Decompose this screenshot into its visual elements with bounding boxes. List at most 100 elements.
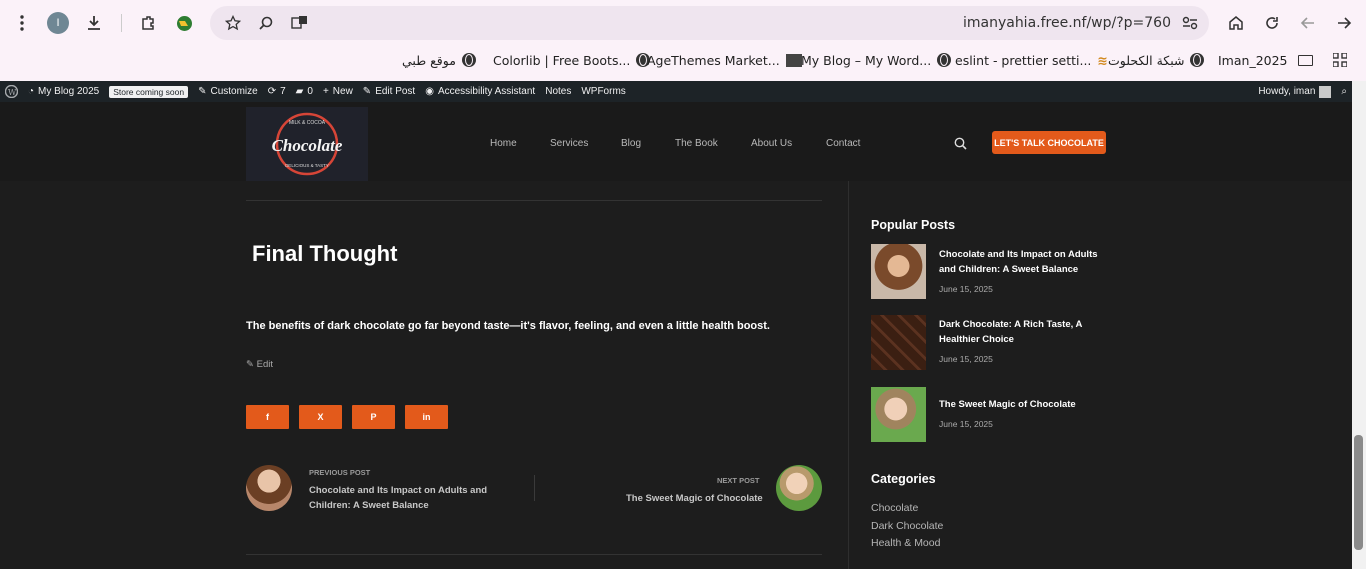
download-icon[interactable] [84, 12, 104, 34]
content-divider-top [246, 200, 822, 201]
nav-the-book[interactable]: The Book [675, 138, 718, 149]
edit-link[interactable]: ✎ Edit [246, 359, 273, 370]
next-post-title[interactable]: The Sweet Magic of Chocolate [626, 491, 763, 506]
bookmark-label: Colorlib | Free Boots... [493, 52, 631, 68]
bookmark-item[interactable]: AgeThemes Market... [647, 52, 802, 68]
prev-post-title[interactable]: Chocolate and Its Impact on Adults and C… [309, 483, 487, 513]
browser-chrome: I imanyahia.free.nf/wp/?p=760 موقع طبي C… [0, 0, 1366, 81]
site-settings-icon[interactable] [1179, 12, 1201, 34]
linkedin-icon: in [422, 412, 431, 422]
admin-updates[interactable]: ⟳ 7 [263, 86, 291, 97]
zoom-icon[interactable] [255, 12, 277, 34]
globe-icon [937, 53, 952, 67]
translate-icon[interactable] [288, 12, 310, 34]
bookmark-label: AgeThemes Market... [647, 52, 780, 68]
user-avatar [1319, 85, 1332, 98]
plus-icon: + [322, 86, 329, 97]
bookmark-item[interactable]: شبكة الكحلوت [1108, 52, 1205, 68]
bookmark-star-icon[interactable] [222, 12, 244, 34]
greeting-label: Howdy, iman [1258, 86, 1316, 97]
popular-post-title[interactable]: Dark Chocolate: A Rich Taste, A Healthier… [939, 317, 1119, 347]
popular-posts-heading: Popular Posts [871, 218, 956, 232]
bookmark-item[interactable]: موقع طبي [402, 52, 476, 68]
share-facebook-button[interactable]: f [246, 405, 289, 429]
cta-button[interactable]: LET'S TALK CHOCOLATE [992, 131, 1106, 154]
profile-avatar[interactable]: I [47, 12, 69, 34]
extension-globe-icon[interactable] [174, 12, 194, 34]
scrollbar-thumb[interactable] [1354, 435, 1363, 550]
next-post-thumbnail[interactable] [776, 465, 822, 511]
customize-label: Customize [210, 86, 258, 97]
share-linkedin-button[interactable]: in [405, 405, 448, 429]
nav-blog[interactable]: Blog [621, 138, 641, 149]
nav-services[interactable]: Services [550, 138, 588, 149]
search-icon[interactable] [952, 135, 968, 151]
share-pinterest-button[interactable]: P [352, 405, 395, 429]
accessibility-label: Accessibility Assistant [437, 86, 536, 97]
popular-post-title[interactable]: Chocolate and Its Impact on Adults and Ch… [939, 247, 1119, 277]
wpforms-label: WPForms [581, 86, 626, 97]
address-bar[interactable]: imanyahia.free.nf/wp/?p=760 [210, 6, 1209, 40]
prev-post-title-line: Children: A Sweet Balance [309, 500, 429, 511]
home-icon[interactable] [1226, 12, 1246, 34]
admin-wpforms[interactable]: WPForms [576, 86, 630, 97]
stackoverflow-icon: ≋ [1097, 52, 1108, 68]
admin-edit-post[interactable]: ✎ Edit Post [358, 86, 420, 97]
sidebar-divider [848, 181, 849, 569]
bookmark-item[interactable]: Colorlib | Free Boots... [493, 52, 651, 68]
bookmark-item[interactable]: eslint - prettier setti... ≋ [955, 52, 1108, 68]
popular-post-thumbnail[interactable] [871, 315, 926, 370]
post-nav-divider [534, 475, 535, 501]
popular-post-title-line: Chocolate and Its Impact on Adults [939, 249, 1098, 260]
category-link[interactable]: Dark Chocolate [871, 520, 943, 532]
prev-post-label: PREVIOUS POST [309, 468, 371, 477]
admin-account[interactable]: Howdy, iman [1253, 85, 1336, 98]
popular-post-title[interactable]: The Sweet Magic of Chocolate [939, 397, 1119, 412]
category-link[interactable]: Health & Mood [871, 537, 940, 549]
nav-home[interactable]: Home [490, 138, 517, 149]
apps-grid-icon[interactable] [1330, 50, 1350, 70]
reload-icon[interactable] [1262, 12, 1282, 34]
nav-contact[interactable]: Contact [826, 138, 860, 149]
store-badge[interactable]: Store coming soon [104, 85, 193, 98]
back-arrow-icon[interactable] [1298, 12, 1318, 34]
x-icon: X [317, 412, 324, 422]
forward-arrow-icon[interactable] [1334, 12, 1354, 34]
wp-admin-bar: W ◔ My Blog 2025 Store coming soon ✎ Custo… [0, 81, 1352, 102]
popular-post-date: June 15, 2025 [939, 419, 993, 429]
brush-icon: ✎ [198, 86, 207, 97]
bookmark-folder[interactable]: Iman_2025 [1218, 52, 1313, 68]
category-link[interactable]: Chocolate [871, 502, 918, 514]
site-header: MILK & COCOA Chocolate DELICIOUS & TASTY… [0, 102, 1352, 181]
share-x-button[interactable]: X [299, 405, 342, 429]
menu-kebab-icon[interactable] [12, 12, 32, 34]
pencil-icon: ✎ [246, 359, 257, 370]
comment-icon: ▰ [295, 86, 304, 97]
categories-heading: Categories [871, 472, 936, 486]
admin-customize[interactable]: ✎ Customize [193, 86, 263, 97]
notes-label: Notes [545, 86, 572, 97]
popular-post-thumbnail[interactable] [871, 387, 926, 442]
extensions-icon[interactable] [138, 12, 158, 34]
admin-accessibility[interactable]: ◉ Accessibility Assistant [420, 86, 540, 97]
bookmark-label: eslint - prettier setti... [955, 52, 1092, 68]
url-text[interactable]: imanyahia.free.nf/wp/?p=760 [963, 15, 1171, 31]
nav-about-us[interactable]: About Us [751, 138, 792, 149]
bookmark-item[interactable]: My Blog – My Word... [801, 52, 952, 68]
admin-comments[interactable]: ▰ 0 [291, 86, 318, 97]
prev-post-thumbnail[interactable] [246, 465, 292, 511]
folder-icon [1297, 54, 1313, 66]
svg-text:MILK & COCOA: MILK & COCOA [289, 120, 326, 126]
globe-icon [1190, 53, 1205, 67]
chocolate-logo-icon: MILK & COCOA Chocolate DELICIOUS & TASTY [272, 112, 343, 176]
admin-search-icon[interactable]: ⌕ [1336, 86, 1352, 97]
popular-post-thumbnail[interactable] [871, 244, 926, 299]
admin-site-name[interactable]: ◔ My Blog 2025 [23, 86, 104, 97]
admin-notes[interactable]: Notes [540, 86, 576, 97]
popular-post-title-line: Dark Chocolate: A Rich Taste, A [939, 319, 1083, 330]
wp-logo-icon[interactable]: W [0, 85, 23, 98]
new-label: New [332, 86, 353, 97]
admin-new[interactable]: + New [318, 86, 358, 97]
facebook-icon: f [266, 412, 269, 422]
site-logo[interactable]: MILK & COCOA Chocolate DELICIOUS & TASTY [246, 107, 368, 181]
